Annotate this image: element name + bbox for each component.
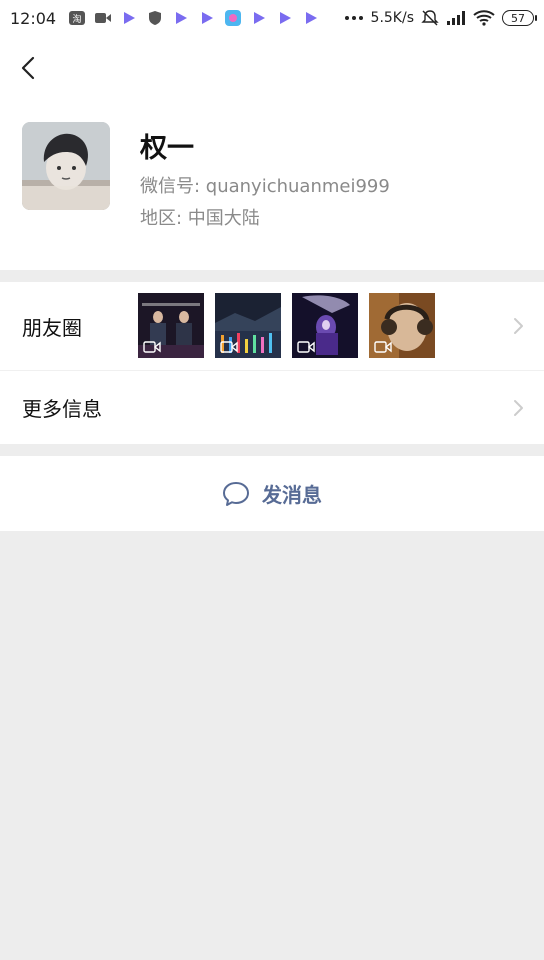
status-notification-icons: 淘 xyxy=(68,9,320,27)
network-speed: 5.5K/s xyxy=(370,10,414,26)
moments-row[interactable]: 朋友圈 xyxy=(0,282,544,370)
moments-label: 朋友圈 xyxy=(22,315,82,340)
chevron-right-icon xyxy=(514,399,523,416)
moment-thumbnail[interactable] xyxy=(138,293,204,358)
video-icon xyxy=(374,341,392,353)
wechat-id: 微信号: quanyichuanmei999 xyxy=(140,176,390,197)
signal-icon xyxy=(447,11,465,25)
region: 地区: 中国大陆 xyxy=(140,208,260,229)
more-info-row[interactable]: 更多信息 xyxy=(0,370,544,444)
profile-list: 朋友圈 更多信息 xyxy=(0,282,544,444)
battery-level: 57 xyxy=(511,11,525,25)
play-icon xyxy=(124,12,136,24)
mute-icon xyxy=(421,10,439,26)
video-icon xyxy=(143,341,161,353)
moments-thumbnails xyxy=(138,293,435,358)
status-time: 12:04 xyxy=(10,8,57,28)
send-message-button[interactable]: 发消息 xyxy=(0,456,544,531)
app-icon xyxy=(225,10,242,26)
video-call-icon xyxy=(95,13,112,23)
more-dots-icon xyxy=(344,16,363,20)
video-icon xyxy=(220,341,238,353)
avatar-image xyxy=(22,122,110,210)
play-icon xyxy=(254,12,266,24)
status-right: 5.5K/s 57 xyxy=(344,9,537,27)
battery-icon: 57 xyxy=(502,10,537,26)
status-bar: 12:04 淘 5.5K/s 57 xyxy=(0,0,544,36)
moment-thumbnail[interactable] xyxy=(292,293,358,358)
shield-icon xyxy=(149,11,162,25)
play-icon xyxy=(280,12,292,24)
avatar[interactable] xyxy=(22,122,110,210)
send-message-label: 发消息 xyxy=(262,483,322,507)
wifi-icon xyxy=(473,10,495,26)
app-notification-icon: 淘 xyxy=(69,11,86,25)
moment-thumbnail[interactable] xyxy=(215,293,281,358)
play-icon xyxy=(306,12,318,24)
back-button[interactable] xyxy=(14,52,42,84)
chevron-right-icon xyxy=(514,318,523,334)
profile-name: 权一 xyxy=(140,133,194,164)
chevron-left-icon xyxy=(21,56,35,80)
play-icon xyxy=(202,12,214,24)
profile-header: 权一 微信号: quanyichuanmei999 地区: 中国大陆 xyxy=(0,36,544,270)
play-icon xyxy=(176,12,188,24)
chat-bubble-icon xyxy=(223,481,249,506)
svg-text:淘: 淘 xyxy=(73,13,82,25)
more-info-label: 更多信息 xyxy=(22,397,102,421)
video-icon xyxy=(297,341,315,353)
moment-thumbnail[interactable] xyxy=(369,293,435,358)
